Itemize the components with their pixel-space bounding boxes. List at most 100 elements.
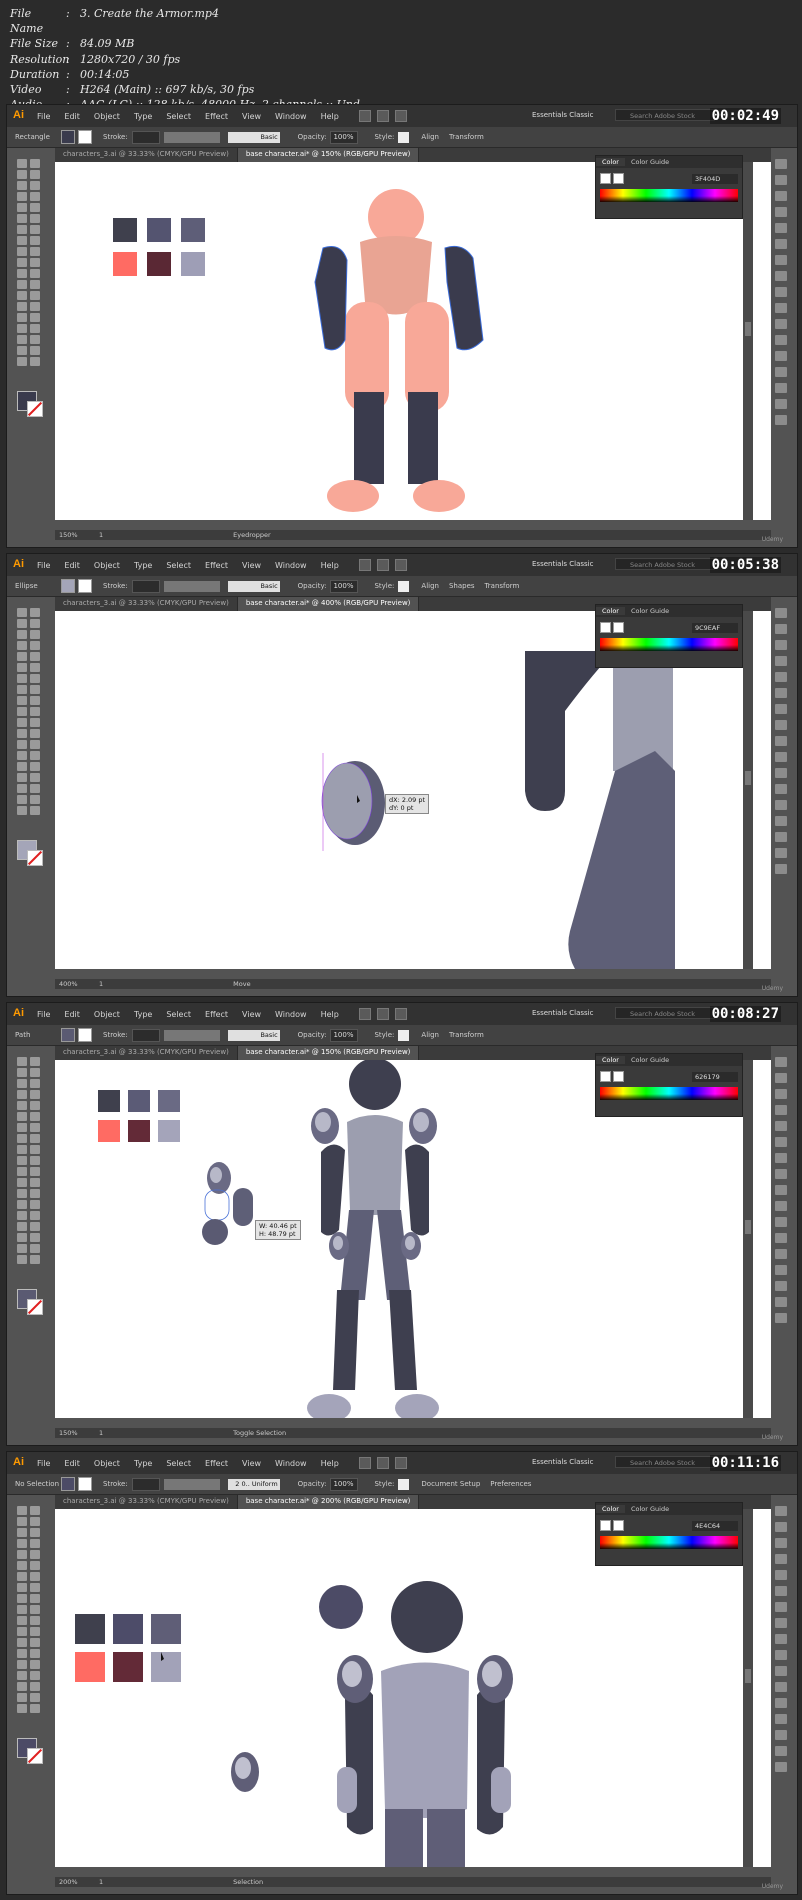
- tab-characters[interactable]: characters_3.ai @ 33.33% (CMYK/GPU Previ…: [55, 597, 238, 611]
- tool-icon[interactable]: [30, 751, 40, 760]
- stroke-swatch[interactable]: [78, 579, 92, 593]
- panel-icon[interactable]: [775, 1265, 787, 1275]
- panel-icon[interactable]: [775, 1522, 787, 1532]
- none-swatch[interactable]: [600, 1520, 611, 1531]
- panel-icon[interactable]: [775, 383, 787, 393]
- tool-icon[interactable]: [30, 214, 40, 223]
- tool-icon[interactable]: [17, 762, 27, 771]
- tool-icon[interactable]: [30, 1167, 40, 1176]
- panel-icon[interactable]: [775, 1506, 787, 1516]
- send-icon[interactable]: [394, 1457, 407, 1469]
- menu-item[interactable]: Edit: [64, 112, 80, 121]
- tool-icon[interactable]: [30, 1561, 40, 1570]
- tab-base-character[interactable]: base character.ai* @ 150% (RGB/GPU Previ…: [237, 148, 420, 162]
- panel-icon[interactable]: [775, 768, 787, 778]
- zoom-level[interactable]: 150%: [55, 1429, 99, 1437]
- tool-icon[interactable]: [30, 1200, 40, 1209]
- tool-icon[interactable]: [17, 1101, 27, 1110]
- tool-icon[interactable]: [30, 729, 40, 738]
- graphic-style-swatch[interactable]: [398, 1029, 410, 1041]
- tool-icon[interactable]: [17, 324, 27, 333]
- menu-item[interactable]: File: [37, 561, 50, 570]
- tool-icon[interactable]: [17, 170, 27, 179]
- panel-icon[interactable]: [775, 752, 787, 762]
- tool-icon[interactable]: [17, 1167, 27, 1176]
- tool-icon[interactable]: [17, 674, 27, 683]
- tool-icon[interactable]: [17, 1682, 27, 1691]
- stroke-weight-field[interactable]: [131, 130, 160, 144]
- stroke-color-swatch[interactable]: [27, 1748, 43, 1764]
- tool-icon[interactable]: [30, 236, 40, 245]
- stroke-weight-field[interactable]: [131, 1028, 160, 1042]
- bridge-icon[interactable]: [358, 1008, 371, 1020]
- tool-icon[interactable]: [17, 1704, 27, 1713]
- tool-icon[interactable]: [30, 192, 40, 201]
- hex-field[interactable]: 9C9EAF: [692, 622, 738, 633]
- scroll-thumb[interactable]: [745, 771, 751, 785]
- tool-icon[interactable]: [30, 313, 40, 322]
- menu-item[interactable]: Window: [275, 1010, 307, 1019]
- color-spectrum[interactable]: [600, 1536, 738, 1549]
- opacity-field[interactable]: 100%: [330, 130, 359, 144]
- send-icon[interactable]: [394, 559, 407, 571]
- panel-icon[interactable]: [775, 255, 787, 265]
- tool-icon[interactable]: [30, 1211, 40, 1220]
- tab-characters[interactable]: characters_3.ai @ 33.33% (CMYK/GPU Previ…: [55, 1046, 238, 1060]
- tool-icon[interactable]: [30, 1244, 40, 1253]
- panel-icon[interactable]: [775, 1297, 787, 1307]
- tool-icon[interactable]: [30, 1517, 40, 1526]
- tab-color[interactable]: Color: [596, 1505, 625, 1513]
- tool-icon[interactable]: [17, 1079, 27, 1088]
- tool-icon[interactable]: [30, 1123, 40, 1132]
- brush-definition[interactable]: 2 0.. Uniform: [227, 1478, 280, 1490]
- artboard-number[interactable]: 1: [99, 531, 103, 539]
- panel-icon[interactable]: [775, 1618, 787, 1628]
- tool-icon[interactable]: [17, 1649, 27, 1658]
- tool-icon[interactable]: [17, 1583, 27, 1592]
- tab-color-guide[interactable]: Color Guide: [625, 1056, 675, 1064]
- tool-icon[interactable]: [17, 346, 27, 355]
- tool-icon[interactable]: [17, 773, 27, 782]
- panel-icon[interactable]: [775, 608, 787, 618]
- tool-icon[interactable]: [30, 608, 40, 617]
- brush-definition[interactable]: Basic: [227, 131, 280, 143]
- vertical-scrollbar[interactable]: [743, 1509, 753, 1867]
- menu-item[interactable]: Window: [275, 112, 307, 121]
- tool-icon[interactable]: [17, 608, 27, 617]
- tool-icon[interactable]: [30, 630, 40, 639]
- panel-icon[interactable]: [775, 784, 787, 794]
- none-swatch[interactable]: [600, 173, 611, 184]
- tool-icon[interactable]: [30, 806, 40, 815]
- tool-icon[interactable]: [17, 784, 27, 793]
- panel-icon[interactable]: [775, 1714, 787, 1724]
- tool-icon[interactable]: [17, 1233, 27, 1242]
- tool-icon[interactable]: [30, 1583, 40, 1592]
- menu-item[interactable]: Edit: [64, 561, 80, 570]
- tool-icon[interactable]: [30, 1671, 40, 1680]
- control-button[interactable]: Preferences: [490, 1480, 531, 1488]
- tool-icon[interactable]: [17, 1112, 27, 1121]
- panel-icon[interactable]: [775, 351, 787, 361]
- tool-icon[interactable]: [30, 707, 40, 716]
- opacity-field[interactable]: 100%: [330, 1028, 359, 1042]
- artboard-number[interactable]: 1: [99, 1429, 103, 1437]
- white-swatch[interactable]: [613, 173, 624, 184]
- menu-item[interactable]: Help: [321, 1459, 339, 1468]
- menu-item[interactable]: Type: [134, 1010, 152, 1019]
- panel-icon[interactable]: [775, 175, 787, 185]
- menu-item[interactable]: File: [37, 1010, 50, 1019]
- menu-item[interactable]: Edit: [64, 1459, 80, 1468]
- tab-color-guide[interactable]: Color Guide: [625, 1505, 675, 1513]
- stroke-color-swatch[interactable]: [27, 850, 43, 866]
- tool-icon[interactable]: [17, 729, 27, 738]
- workspace-switcher[interactable]: Essentials Classic: [532, 1009, 593, 1017]
- tool-icon[interactable]: [17, 1671, 27, 1680]
- panel-icon[interactable]: [775, 1730, 787, 1740]
- graphic-style-swatch[interactable]: [398, 1478, 410, 1490]
- tool-icon[interactable]: [17, 1594, 27, 1603]
- menu-item[interactable]: Select: [166, 561, 191, 570]
- tool-icon[interactable]: [17, 795, 27, 804]
- panel-icon[interactable]: [775, 1121, 787, 1131]
- tool-icon[interactable]: [30, 641, 40, 650]
- tool-icon[interactable]: [17, 1550, 27, 1559]
